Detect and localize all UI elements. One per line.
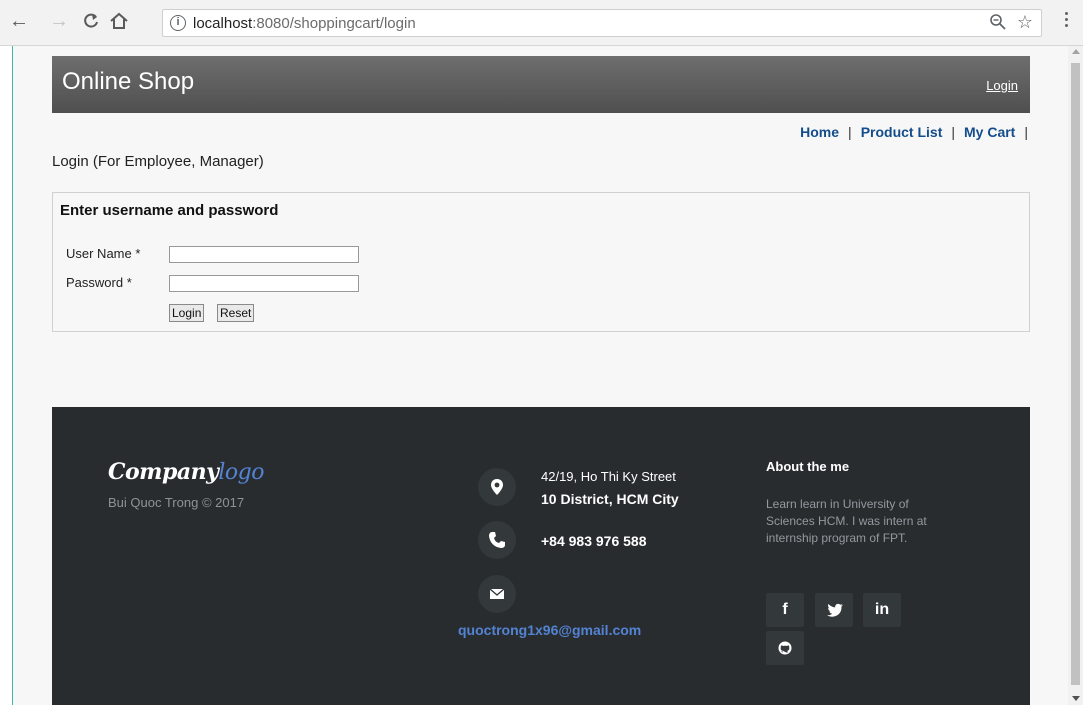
- address-bar[interactable]: i localhost:8080/shoppingcart/login ☆: [162, 9, 1042, 37]
- username-input[interactable]: [169, 246, 359, 263]
- bookmark-star-icon[interactable]: ☆: [1017, 12, 1033, 33]
- home-icon[interactable]: [108, 10, 130, 32]
- top-menu: Home | Product List | My Cart |: [52, 124, 1030, 142]
- site-title: Online Shop: [62, 68, 195, 95]
- browser-toolbar: ← → i localhost:8080/shoppingcart/login …: [0, 0, 1083, 46]
- address-line-2: 10 District, HCM City: [541, 491, 679, 507]
- copyright-text: Bui Quoc Trong © 2017: [108, 495, 245, 510]
- back-arrow-icon[interactable]: ←: [8, 10, 30, 32]
- reset-button[interactable]: Reset: [217, 304, 255, 322]
- password-input[interactable]: [169, 275, 359, 292]
- page-heading: Login (For Employee, Manager): [52, 153, 264, 170]
- header-login-link[interactable]: Login: [986, 78, 1018, 93]
- menu-product-list-link[interactable]: Product List: [861, 124, 943, 140]
- login-button[interactable]: Login: [169, 304, 205, 322]
- username-label: User Name *: [66, 246, 141, 261]
- linkedin-icon[interactable]: in: [863, 593, 901, 627]
- phone-icon: [478, 521, 516, 559]
- zoom-icon[interactable]: [989, 13, 1007, 36]
- scroll-down-arrow-icon[interactable]: [1072, 696, 1080, 701]
- company-logo: Companylogo: [108, 459, 264, 485]
- facebook-icon[interactable]: f: [766, 593, 804, 627]
- url-text[interactable]: localhost:8080/shoppingcart/login: [193, 15, 416, 32]
- scroll-up-arrow-icon[interactable]: [1072, 49, 1080, 54]
- site-footer: Companylogo Bui Quoc Trong © 2017 42/19,…: [52, 407, 1030, 705]
- menu-separator: |: [848, 124, 852, 140]
- menu-separator: |: [1024, 124, 1028, 140]
- menu-separator: |: [951, 124, 955, 140]
- about-title: About the me: [766, 459, 850, 474]
- twitter-icon[interactable]: [815, 593, 853, 627]
- map-marker-icon: [478, 468, 516, 506]
- envelope-icon: [478, 575, 516, 613]
- about-text: Learn learn in University of Sciences HC…: [766, 497, 927, 545]
- email-link[interactable]: quoctrong1x96@gmail.com: [458, 622, 641, 638]
- menu-home-link[interactable]: Home: [800, 124, 839, 140]
- address-line-1: 42/19, Ho Thi Ky Street: [541, 469, 676, 484]
- scrollbar-thumb[interactable]: [1071, 63, 1080, 685]
- forward-arrow-icon[interactable]: →: [48, 10, 70, 32]
- github-icon[interactable]: [766, 631, 804, 665]
- phone-number: +84 983 976 588: [541, 533, 647, 549]
- password-label: Password *: [66, 275, 132, 290]
- site-header: Online Shop Login: [52, 56, 1030, 113]
- reload-icon[interactable]: [80, 10, 102, 32]
- info-icon[interactable]: i: [170, 15, 186, 31]
- login-form-panel: Enter username and password User Name * …: [52, 192, 1030, 332]
- menu-my-cart-link[interactable]: My Cart: [964, 124, 1015, 140]
- browser-menu-icon[interactable]: [1060, 12, 1072, 34]
- login-form-title: Enter username and password: [60, 202, 279, 219]
